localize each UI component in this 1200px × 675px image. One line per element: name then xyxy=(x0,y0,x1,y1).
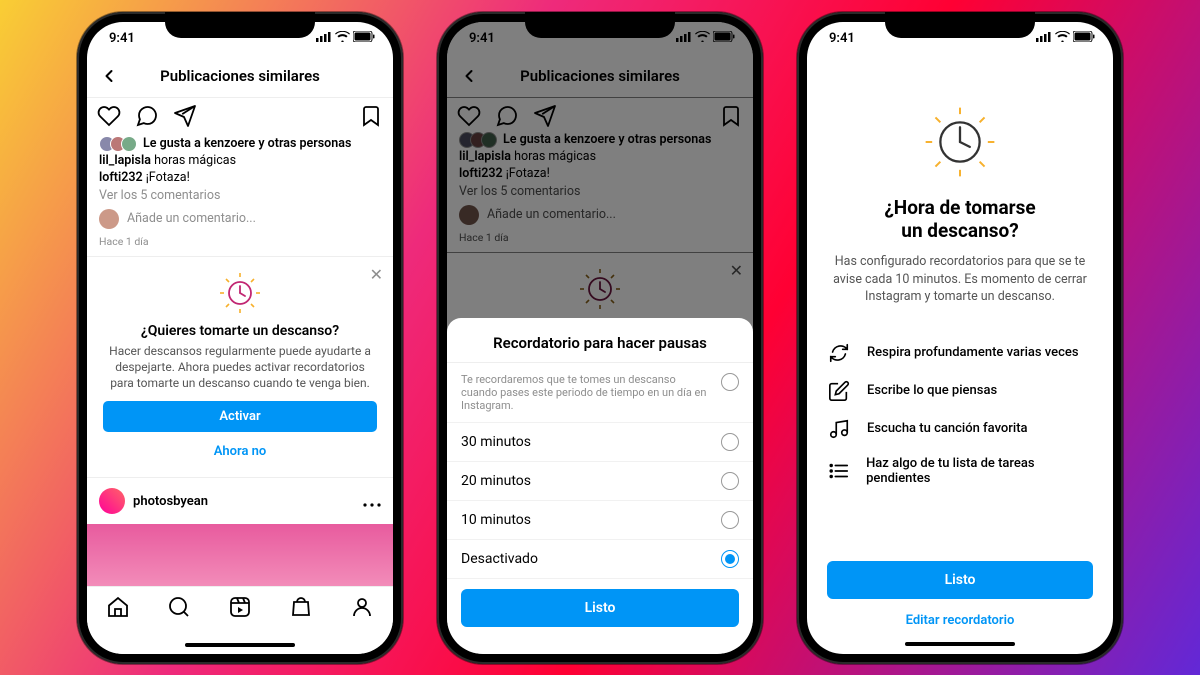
clock-illustration xyxy=(101,271,379,315)
radio-icon xyxy=(721,433,739,451)
clock-illustration xyxy=(825,106,1095,178)
likes-text: Le gusta a kenzoere y otras personas xyxy=(143,136,351,151)
tip-write: Escribe lo que piensas xyxy=(825,372,1095,410)
battery-icon xyxy=(1073,31,1095,46)
comment-icon[interactable] xyxy=(135,104,159,132)
tab-search-icon[interactable] xyxy=(167,595,191,623)
status-icons xyxy=(316,31,375,46)
screen-2: 9:41 Publicaciones similares xyxy=(447,22,753,654)
close-icon[interactable]: ✕ xyxy=(370,265,383,284)
sheet-title: Recordatorio para hacer pausas xyxy=(447,334,753,363)
edit-reminder-link[interactable]: Editar recordatorio xyxy=(825,607,1095,634)
wifi-icon xyxy=(335,31,350,46)
not-now-button[interactable]: Ahora no xyxy=(101,438,379,465)
tab-home-icon[interactable] xyxy=(106,595,130,623)
notch xyxy=(525,12,675,38)
phone-2: 9:41 Publicaciones similares xyxy=(437,12,763,664)
phone-3: 9:41 ¿Hora de tomarseun descanso? Has co… xyxy=(797,12,1123,664)
next-post-header[interactable]: photosbyean xyxy=(87,478,393,524)
tip-list: Haz algo de tu lista de tareas pendiente… xyxy=(825,448,1095,494)
add-comment-placeholder: Añade un comentario... xyxy=(127,211,256,226)
home-indicator xyxy=(905,642,1015,646)
signal-icon xyxy=(316,31,332,46)
status-time: 9:41 xyxy=(109,31,135,46)
wifi-icon xyxy=(1055,31,1070,46)
like-icon[interactable] xyxy=(97,104,121,132)
break-prompt-card: ✕ ¿Quieres tomarte un descanso? Hacer de… xyxy=(87,256,393,479)
my-avatar xyxy=(99,209,119,229)
caption-2: lofti232 ¡Fotaza! xyxy=(87,169,393,186)
tab-bar xyxy=(87,586,393,654)
view-comments-link[interactable]: Ver los 5 comentarios xyxy=(87,186,393,205)
option-20[interactable]: 20 minutos xyxy=(447,462,753,501)
notch xyxy=(885,12,1035,38)
screen-1: 9:41 Publicaciones similares xyxy=(87,22,393,654)
screen-3: 9:41 ¿Hora de tomarseun descanso? Has co… xyxy=(807,22,1113,654)
radio-null[interactable] xyxy=(721,373,739,391)
option-10[interactable]: 10 minutos xyxy=(447,501,753,540)
list-icon xyxy=(827,460,850,482)
activate-button[interactable]: Activar xyxy=(103,401,377,432)
caption-1: lil_lapisla horas mágicas xyxy=(87,152,393,169)
feed: Le gusta a kenzoere y otras personas lil… xyxy=(87,98,393,615)
done-button[interactable]: Listo xyxy=(827,561,1093,599)
home-indicator xyxy=(185,643,295,647)
radio-icon xyxy=(721,472,739,490)
radio-selected-icon xyxy=(721,550,739,568)
tab-shop-icon[interactable] xyxy=(289,595,313,623)
username: photosbyean xyxy=(133,494,355,509)
bookmark-icon[interactable] xyxy=(359,104,383,132)
prompt-title: ¿Quieres tomarte un descanso? xyxy=(101,323,379,339)
break-page: ¿Hora de tomarseun descanso? Has configu… xyxy=(807,56,1113,654)
edit-icon xyxy=(827,380,851,402)
add-comment-row[interactable]: Añade un comentario... xyxy=(87,205,393,233)
break-title: ¿Hora de tomarseun descanso? xyxy=(825,196,1095,244)
refresh-icon xyxy=(827,342,851,364)
sheet-desc-row: Te recordaremos que te tomes un descanso… xyxy=(447,363,753,423)
notch xyxy=(165,12,315,38)
share-icon[interactable] xyxy=(173,104,197,132)
nav-title: Publicaciones similares xyxy=(160,67,320,85)
nav-bar: Publicaciones similares xyxy=(87,56,393,98)
reminder-sheet: Recordatorio para hacer pausas Te record… xyxy=(447,318,753,654)
radio-icon xyxy=(721,511,739,529)
option-30[interactable]: 30 minutos xyxy=(447,423,753,462)
post-timestamp: Hace 1 día xyxy=(87,233,393,256)
status-icons xyxy=(1036,31,1095,46)
like-avatars xyxy=(99,136,137,152)
music-icon xyxy=(827,418,851,440)
option-off[interactable]: Desactivado xyxy=(447,540,753,579)
battery-icon xyxy=(353,31,375,46)
status-time: 9:41 xyxy=(829,31,855,46)
post-action-row xyxy=(87,98,393,136)
tab-profile-icon[interactable] xyxy=(350,595,374,623)
more-icon[interactable] xyxy=(363,492,381,511)
phone-1: 9:41 Publicaciones similares xyxy=(77,12,403,664)
break-desc: Has configurado recordatorios para que s… xyxy=(825,253,1095,306)
tip-breathe: Respira profundamente varias veces xyxy=(825,334,1095,372)
likes-row[interactable]: Le gusta a kenzoere y otras personas xyxy=(87,136,393,152)
tip-music: Escucha tu canción favorita xyxy=(825,410,1095,448)
back-button[interactable] xyxy=(97,64,121,88)
sheet-desc: Te recordaremos que te tomes un descanso… xyxy=(461,373,709,412)
done-button[interactable]: Listo xyxy=(461,589,739,627)
signal-icon xyxy=(1036,31,1052,46)
user-avatar xyxy=(99,488,125,514)
tab-reels-icon[interactable] xyxy=(228,595,252,623)
prompt-body: Hacer descansos regularmente puede ayuda… xyxy=(101,343,379,392)
